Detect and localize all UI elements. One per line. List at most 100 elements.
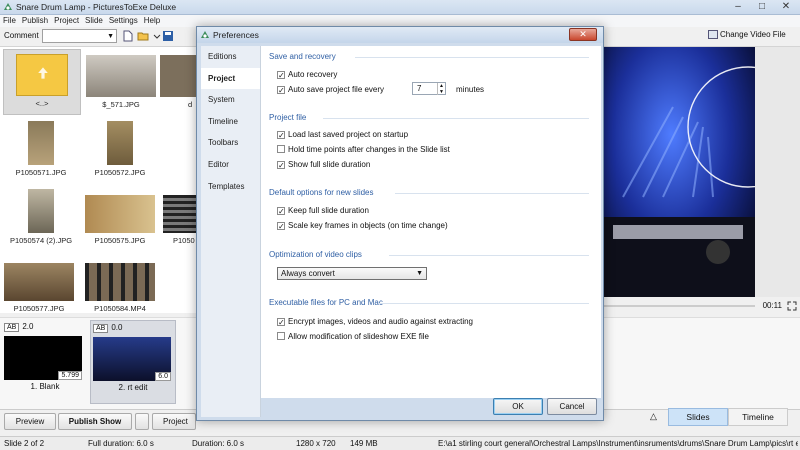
thumbnail-image [28,189,54,233]
status-slide: Slide 2 of 2 [4,439,45,448]
thumbnail-image [107,121,133,165]
window-title: Snare Drum Lamp - PicturesToExe Deluxe [16,2,177,12]
slide-name: 1. Blank [30,382,60,391]
open-folder-icon[interactable] [137,30,149,42]
auto-save-minutes-stepper[interactable]: 7 ▲ ▼ [412,82,446,95]
browser-item[interactable]: P1050574 (2).JPG [6,189,76,245]
status-duration: Duration: 6.0 s [192,439,245,448]
menu-slide[interactable]: Slide [82,15,106,27]
video-convert-select[interactable]: Always convert ▼ [277,267,427,280]
nav-timeline[interactable]: Timeline [201,111,260,133]
menu-file[interactable]: File [0,15,19,27]
minimize-button[interactable]: – [726,0,750,14]
slide-item-selected[interactable]: AB 0.0 6.0 2. rt edit [90,320,176,404]
nav-system[interactable]: System [201,89,260,111]
file-browser: <..> $_571.JPG d P1050571.JPG P1050572.J… [0,47,198,313]
scale-key-frames-checkbox[interactable]: ✓ Scale key frames in objects (on time ch… [277,221,448,231]
stepper-down-icon[interactable]: ▼ [437,89,445,95]
encrypt-checkbox[interactable]: ✓ Encrypt images, videos and audio agains… [277,317,473,327]
cancel-button[interactable]: Cancel [547,398,597,415]
section-video-optimization: Optimization of video clips [269,250,362,259]
checkbox-box: ✓ [277,86,285,95]
section-save-recovery: Save and recovery [269,52,336,61]
browser-item[interactable]: d [160,55,198,109]
hold-time-points-checkbox[interactable]: Hold time points after changes in the Sl… [277,145,450,154]
checkbox-label: Load last saved project on startup [288,130,409,139]
slide-duration: 5.799 [58,371,82,380]
playback-track[interactable] [603,305,755,307]
comment-label: Comment [4,31,39,40]
transition-duration: 0.0 [111,323,123,332]
new-file-icon[interactable] [122,30,134,42]
status-path: E:\a1 stirling court general\Orchestral … [438,439,798,448]
slide-name: 2. rt edit [118,383,148,392]
browser-item[interactable]: P1050575.JPG [85,195,155,245]
nav-templates[interactable]: Templates [201,176,260,198]
change-video-button[interactable]: Change Video File [708,30,786,40]
publish-show-button[interactable]: Publish Show [58,413,132,430]
keep-full-duration-checkbox[interactable]: ✓ Keep full slide duration [277,206,369,216]
browser-item-label: P1050 [173,236,195,245]
checkbox-label: Hold time points after changes in the Sl… [288,145,450,154]
nav-toolbars[interactable]: Toolbars [201,132,260,154]
video-thumbnail [85,263,155,301]
slide-preview[interactable] [603,47,755,297]
menu-settings[interactable]: Settings [106,15,141,27]
app-icon [4,3,12,10]
save-icon[interactable] [162,30,174,42]
checkbox-label: Scale key frames in objects (on time cha… [288,221,448,230]
section-divider [389,255,589,256]
slide-thumbnail: 5.799 [4,336,82,380]
dialog-titlebar: Preferences ✕ [197,27,603,43]
checkbox-box: ✓ [277,222,285,231]
slide-duration: 6.0 [155,372,171,381]
project-options-button[interactable]: Project O [152,413,196,430]
browser-item[interactable]: P1050577.JPG [4,263,74,313]
browser-item[interactable]: P1050 [163,195,198,245]
fullscreen-icon[interactable] [787,301,797,311]
thumbnail-image [163,195,198,233]
slide-item[interactable]: AB 2.0 5.799 1. Blank [4,322,86,391]
menu-publish[interactable]: Publish [19,15,51,27]
main-titlebar: Snare Drum Lamp - PicturesToExe Deluxe –… [0,0,800,15]
auto-recovery-checkbox[interactable]: ✓ Auto recovery [277,70,337,80]
window-close-button[interactable]: ✕ [774,0,798,14]
browser-item-parent[interactable]: <..> [3,49,81,115]
menu-help[interactable]: Help [141,15,163,27]
browser-item-label: $_571.JPG [102,100,140,109]
allow-modification-checkbox[interactable]: Allow modification of slideshow EXE file [277,332,429,341]
tab-timeline[interactable]: Timeline [728,408,788,426]
show-full-duration-checkbox[interactable]: ✓ Show full slide duration [277,160,370,170]
ab-badge: AB [93,324,109,333]
close-icon[interactable]: ✕ [569,28,597,41]
load-last-project-checkbox[interactable]: ✓ Load last saved project on startup [277,130,409,140]
warning-icon[interactable]: △ [650,411,657,422]
browser-item-label: P1050584.MP4 [94,304,146,313]
section-divider [323,118,589,119]
minutes-label: minutes [456,85,485,94]
browser-item[interactable]: $_571.JPG [86,55,156,109]
browser-item[interactable]: P1050584.MP4 [85,263,155,313]
section-divider [355,57,589,58]
preview-button[interactable]: Preview [4,413,56,430]
status-resolution: 1280 x 720 [296,439,336,448]
nav-editions[interactable]: Editions [201,46,260,68]
maximize-button[interactable]: □ [750,0,774,14]
auto-save-checkbox[interactable]: ✓ Auto save project file every [277,85,384,95]
project-options-icon-button[interactable] [135,413,149,430]
playback-time: 00:11 [762,301,782,310]
nav-project[interactable]: Project [201,67,260,90]
ok-button[interactable]: OK [493,398,543,415]
nav-editor[interactable]: Editor [201,154,260,176]
checkbox-label: Encrypt images, videos and audio against… [288,317,473,326]
comment-combo[interactable]: ▼ [42,29,117,43]
tab-slides[interactable]: Slides [668,408,728,426]
change-video-label: Change Video File [720,30,786,39]
player-bar: 00:11 [603,297,800,317]
checkbox-box [277,332,285,340]
checkbox-box: ✓ [277,318,285,327]
browser-item[interactable]: P1050572.JPG [85,121,155,177]
menu-project[interactable]: Project [51,15,82,27]
browser-item-label: P1050577.JPG [13,304,65,313]
browser-item[interactable]: P1050571.JPG [6,121,76,177]
